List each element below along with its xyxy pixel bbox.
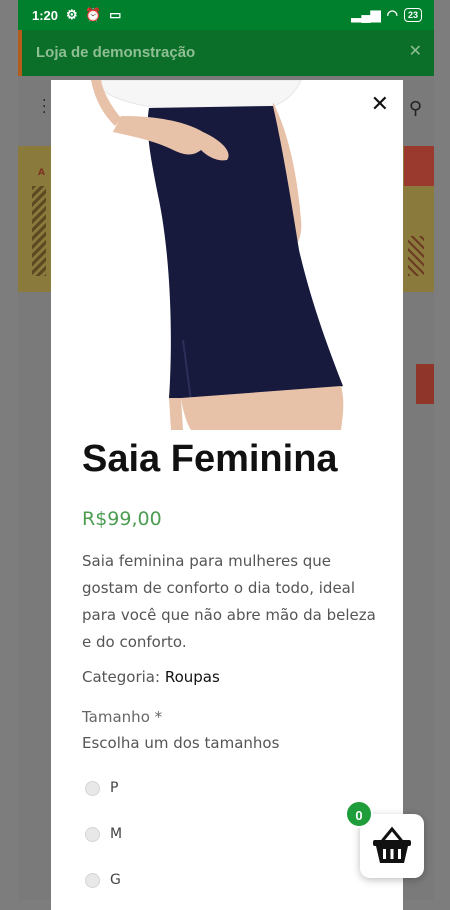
size-hint: Escolha um dos tamanhos	[82, 734, 280, 752]
size-option-g[interactable]: G	[85, 872, 121, 888]
category-value[interactable]: Roupas	[165, 668, 220, 686]
size-option-label: G	[110, 872, 121, 888]
product-photo	[51, 80, 403, 430]
status-right: ▂▄▆ ◠ 23	[351, 7, 422, 23]
search-icon: ⚲	[408, 98, 422, 119]
battery-icon: 23	[403, 8, 422, 22]
product-category: Categoria: Roupas	[82, 668, 220, 686]
background-button	[416, 364, 434, 404]
size-label: Tamanho *	[82, 708, 163, 726]
basket-icon	[373, 826, 411, 863]
signal-icon: ▂▄▆	[351, 7, 381, 22]
size-option-label: M	[110, 826, 123, 842]
product-price: R$99,00	[82, 508, 162, 530]
modal-close-icon[interactable]: ✕	[371, 92, 389, 117]
status-bar: 1:20 ⚙ ⏰ ▭ ▂▄▆ ◠ 23	[18, 0, 434, 30]
size-option-m[interactable]: M	[85, 826, 122, 842]
size-option-p[interactable]: P	[85, 780, 118, 796]
status-icons: ⚙ ⏰ ▭	[66, 7, 124, 22]
cart-count-badge: 0	[345, 800, 373, 828]
close-icon[interactable]: ✕	[409, 41, 422, 60]
radio-button[interactable]	[85, 826, 100, 842]
hero-accent	[404, 146, 434, 186]
status-time: 1:20	[32, 8, 59, 23]
hero-text: A	[38, 168, 45, 178]
cart-button[interactable]	[360, 814, 424, 878]
hero-decoration	[408, 236, 424, 276]
banner-title: Loja de demonstração	[36, 44, 196, 61]
category-label: Categoria:	[82, 668, 161, 686]
menu-icon: · · ·	[42, 93, 47, 121]
wifi-icon: ◠	[386, 7, 398, 22]
product-title: Saia Feminina	[82, 438, 338, 480]
product-description: Saia feminina para mulheres que gostam d…	[82, 552, 376, 651]
demo-store-banner: Loja de demonstração ✕	[18, 30, 434, 76]
size-option-label: P	[110, 780, 119, 796]
hero-pattern	[32, 186, 46, 276]
radio-button[interactable]	[85, 780, 100, 796]
product-modal: ✕ Saia Feminina R$99,00 Saia feminina pa…	[51, 80, 403, 910]
radio-button[interactable]	[85, 872, 100, 888]
